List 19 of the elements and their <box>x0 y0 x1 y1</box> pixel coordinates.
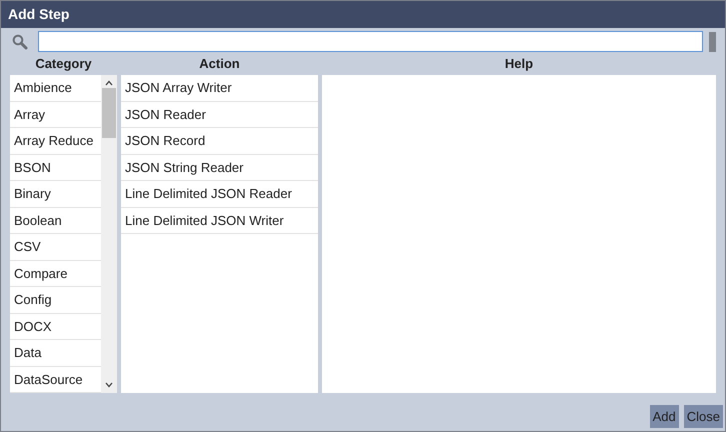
search-field[interactable] <box>38 31 703 52</box>
scroll-down-icon[interactable] <box>105 382 113 388</box>
list-item[interactable]: JSON Record <box>121 128 318 154</box>
list-item[interactable]: JSON Reader <box>121 102 318 128</box>
window-title: Add Step <box>8 5 70 24</box>
column-header: Category <box>34 55 93 73</box>
list-item[interactable]: JSON Array Writer <box>121 75 318 102</box>
dialog-button[interactable]: Add <box>650 405 679 428</box>
dialog-button[interactable]: Close <box>684 405 723 428</box>
column-header: Action <box>198 55 241 73</box>
scroll-up-icon[interactable] <box>105 80 113 86</box>
search-icon <box>12 34 28 50</box>
list-item[interactable]: Line Delimited JSON Reader <box>121 181 318 208</box>
scrollbar[interactable] <box>101 75 117 393</box>
column-header: Help <box>504 55 534 73</box>
list-item[interactable]: Line Delimited JSON Writer <box>121 208 318 234</box>
list-item[interactable]: JSON String Reader <box>121 154 318 181</box>
splitter-handle[interactable] <box>709 32 716 52</box>
scroll-thumb[interactable] <box>102 88 116 138</box>
